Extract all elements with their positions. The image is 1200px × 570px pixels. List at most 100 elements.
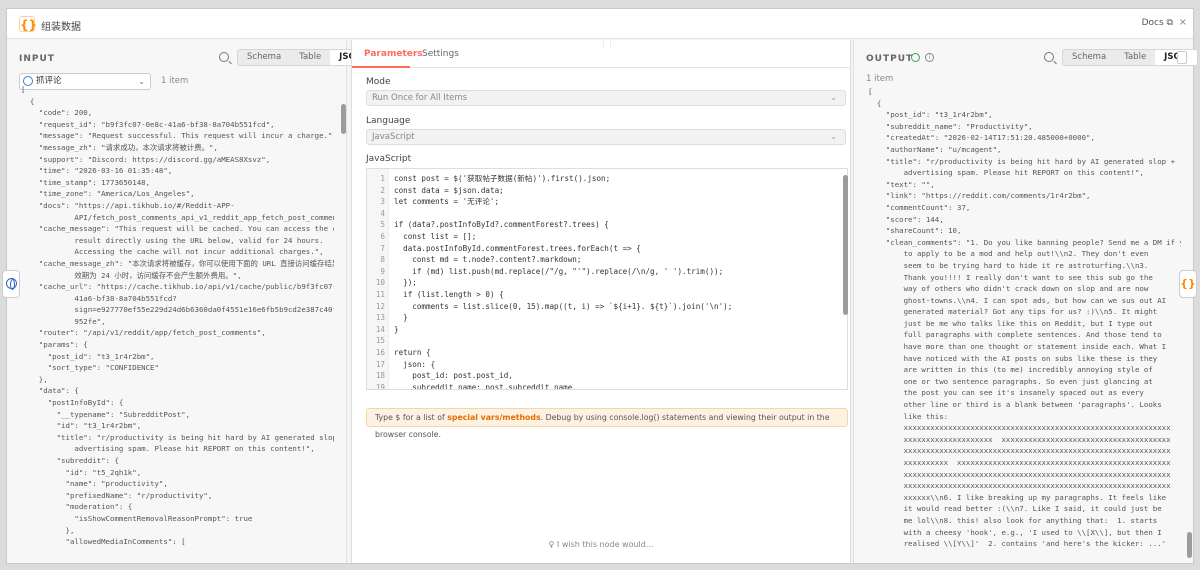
input-json-line: "request_id": "b9f3fc07-0e8c-41a6-bf38-8… [21, 119, 275, 129]
curly-brace-icon: {} [1180, 277, 1196, 290]
language-select[interactable]: JavaScript ⌄ [366, 129, 846, 145]
output-json-line: xxxxxx\\n6. I like breaking up my paragr… [868, 492, 1167, 502]
code-line[interactable]: 18 post_id: post.post_id, [367, 370, 513, 382]
output-json-line: me lol\\n8. this! also look for anything… [868, 515, 1158, 525]
line-number: 6 [380, 232, 385, 241]
language-select-value: JavaScript [372, 132, 415, 142]
code-line[interactable]: 2 const data = $json.data; [367, 185, 503, 197]
output-json-view[interactable]: [ { "post_id": "t3_1r4r2bm", "subreddit_… [868, 86, 1181, 559]
code-line[interactable]: 1 const post = $('获取帖子数据(新帖)').first().js… [367, 173, 610, 185]
mode-select-value: Run Once for All Items [372, 93, 468, 103]
input-json-line: 41a6-bf38-8a704b551fcd? [21, 293, 177, 303]
code-line[interactable]: 6 const list = []; [367, 231, 476, 243]
code-line[interactable]: 14} [367, 324, 399, 336]
output-json-line: { [868, 98, 882, 108]
input-tab-table[interactable]: Table [290, 50, 330, 65]
output-tab-json[interactable]: JSON [1155, 50, 1197, 65]
output-panel: OUTPUT i Schema Table JSON 1 item [ { "p… [853, 40, 1198, 563]
input-json-line: "docs": "https://api.tikhub.io/#/Reddit-… [21, 200, 235, 210]
code-line[interactable]: 17 json: { [367, 359, 435, 371]
line-number: 13 [375, 313, 385, 323]
node-topbar: {} 组装数据 Docs ⧉ × [7, 9, 1193, 39]
line-number: 19 [375, 382, 385, 390]
editor-hint-banner: Type $ for a list of special vars/method… [366, 408, 848, 439]
output-json-line: "link": "https://reddit.com/comments/1r4… [868, 191, 1091, 201]
input-json-line: result directly using the URL below, val… [21, 235, 324, 245]
line-number: 7 [380, 243, 385, 253]
code-line[interactable]: 7 data.postInfoById.commentForest.trees.… [367, 243, 640, 255]
code-line[interactable]: 19 subreddit_name: post.subreddit_name, [367, 382, 577, 390]
code-line[interactable]: 15 [367, 335, 394, 347]
code-editor[interactable]: 1 const post = $('获取帖子数据(新帖)').first().js… [366, 168, 848, 390]
input-json-line: "time_zone": "America/Los_Angeles", [21, 189, 195, 199]
input-json-line: "postInfoById": { [21, 398, 124, 408]
special-vars-link[interactable]: special vars/methods [447, 413, 540, 422]
input-json-line: "title": "r/productivity is being hit ha… [21, 432, 334, 442]
input-side-toggle[interactable] [2, 270, 20, 298]
search-icon[interactable] [219, 52, 229, 62]
code-scrollbar[interactable] [843, 175, 848, 315]
language-label: Language [366, 116, 411, 126]
code-line[interactable]: 13 } [367, 312, 408, 324]
input-json-line: "time_stamp": 1773650148, [21, 177, 151, 187]
pin-icon[interactable] [1177, 51, 1187, 64]
input-tab-schema[interactable]: Schema [238, 50, 290, 65]
input-json-line: "subreddit": { [21, 456, 119, 465]
output-json-line: "shareCount": 10, [868, 226, 962, 236]
input-json-line: advertising spam. Please hit REPORT on t… [21, 444, 315, 454]
input-label: INPUT [19, 54, 55, 64]
info-icon[interactable]: i [925, 53, 934, 62]
input-json-line: "data": { [21, 386, 79, 396]
code-line[interactable]: 12 comments = list.slice(0, 15).map((t, … [367, 301, 732, 313]
output-json-line: Thank you!!!! I really don't want to see… [868, 272, 1153, 282]
globe-icon [6, 278, 17, 290]
code-text: const md = t.node?.content?.markdown; [394, 255, 582, 265]
drag-handle-icon[interactable]: ⋮⋮ [600, 40, 614, 48]
code-line[interactable]: 9 if (md) list.push(md.replace(/"/g, "'"… [367, 266, 723, 278]
input-json-line: "time": "2026-03-16 01:35:48", [21, 166, 173, 176]
output-json-line: realised \\[Y\\]' 2. contains 'and here'… [868, 539, 1167, 549]
input-json-line: "name": "productivity", [21, 479, 168, 489]
input-json-line: sign=e927770ef55e229d24d6b6360da0f4551e1… [21, 305, 334, 315]
output-scrollbar[interactable] [1187, 532, 1192, 558]
node-title[interactable]: 组装数据 [41, 18, 81, 33]
line-number: 16 [375, 348, 385, 357]
code-line[interactable]: 4 [367, 208, 394, 220]
close-icon[interactable]: × [1179, 17, 1187, 28]
docs-link[interactable]: Docs ⧉ [1142, 18, 1173, 28]
tab-settings[interactable]: Settings [422, 49, 459, 59]
code-line[interactable]: 16 return { [367, 347, 431, 359]
code-text: comments = list.slice(0, 15).map((t, i) … [394, 301, 733, 311]
code-text: if (list.length > 0) { [394, 290, 504, 299]
code-line[interactable]: 10 }); [367, 277, 417, 289]
code-line[interactable]: 11 if (list.length > 0) { [367, 289, 504, 301]
center-tabs: ⋮⋮ Parameters Settings [352, 40, 850, 68]
search-icon[interactable] [1044, 52, 1054, 62]
output-json-line: "subreddit_name": "Productivity", [868, 121, 1033, 131]
feedback-link[interactable]: ♀ I wish this node would... [352, 540, 850, 549]
line-number: 11 [375, 290, 385, 299]
mode-select[interactable]: Run Once for All Items ⌄ [366, 90, 846, 106]
code-line[interactable]: 8 const md = t.node?.content?.markdown; [367, 254, 581, 266]
output-json-line: xxxxxxxxxx xxxxxxxxxxxxxxxxxxxxxxxxxxxxx… [868, 458, 1171, 467]
line-number: 10 [375, 278, 385, 288]
tab-parameters[interactable]: Parameters [364, 49, 423, 59]
output-tab-schema[interactable]: Schema [1063, 50, 1115, 65]
output-json-line: [ [868, 87, 873, 96]
output-side-toggle[interactable]: {} [1179, 270, 1197, 298]
code-line[interactable]: 5 if (data?.postInfoById?.commentForest?.… [367, 219, 608, 231]
line-number: 17 [375, 359, 385, 369]
input-scrollbar[interactable] [341, 104, 346, 134]
input-json-line: "support": "Discord: https://discord.gg/… [21, 154, 271, 164]
output-json-line: other line or third is a blank between '… [868, 400, 1162, 410]
input-json-line: 效期为 24 小时，访问缓存不会产生额外费用。", [21, 270, 242, 280]
code-line[interactable]: 3 let comments = '无评论'; [367, 196, 499, 208]
output-json-line: "commentCount": 37, [868, 202, 971, 212]
output-json-line: full paragraphs with complete sentences.… [868, 330, 1162, 340]
output-json-line: the post you can see it's insanely space… [868, 388, 1144, 398]
input-json-line: }, [21, 525, 75, 535]
output-json-line: seem to be trying hard to hide it re ast… [868, 260, 1149, 270]
output-tab-table[interactable]: Table [1115, 50, 1155, 65]
input-json-view[interactable]: [ { "code": 200, "request_id": "b9f3fc07… [21, 84, 334, 559]
code-text: }); [394, 278, 417, 288]
